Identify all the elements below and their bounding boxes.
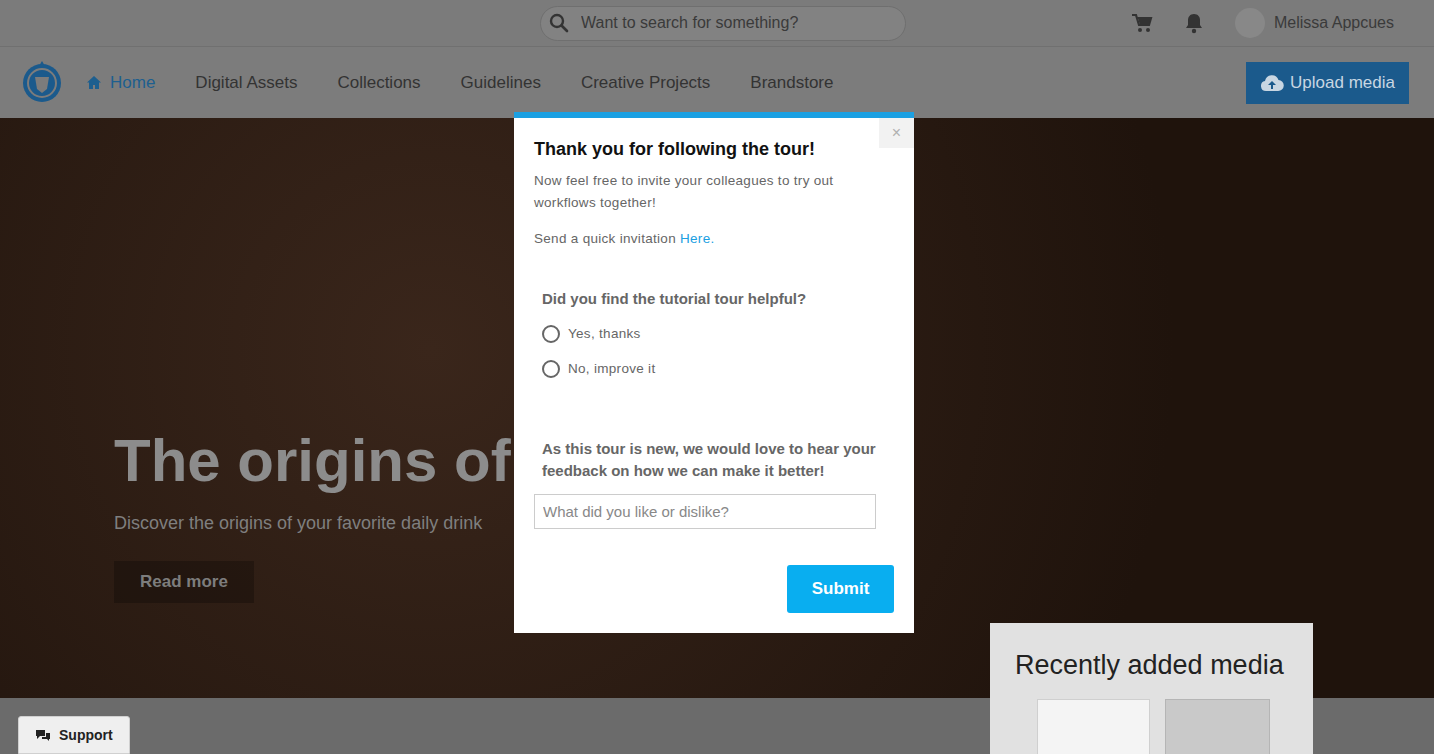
media-thumbnail[interactable]: [1165, 699, 1270, 754]
nav-bar: Home Digital Assets Collections Guidelines C…: [0, 47, 1434, 118]
support-button[interactable]: Support: [18, 716, 130, 754]
question: Did you find the tutorial tour helpful?: [542, 288, 886, 310]
close-button[interactable]: ×: [879, 118, 914, 148]
hero-title: The origins of c: [114, 426, 561, 496]
nav-item[interactable]: Guidelines: [461, 70, 541, 96]
cloud-upload-icon: [1260, 74, 1284, 92]
nav-item[interactable]: Collections: [337, 70, 420, 96]
nav-item[interactable]: Home: [86, 70, 155, 96]
nav-item[interactable]: Creative Projects: [581, 70, 710, 96]
nav-item[interactable]: Brandstore: [750, 70, 833, 96]
home-icon: [86, 75, 102, 90]
invite-text: Send a quick invitation: [534, 231, 676, 246]
radio-option[interactable]: No, improve it: [542, 359, 886, 379]
chat-icon: [35, 728, 51, 742]
recent-media-card: Recently added media: [990, 623, 1313, 754]
hero-subtitle: Discover the origins of your favorite da…: [114, 510, 561, 537]
radio-option[interactable]: Yes, thanks: [542, 324, 886, 344]
bell-icon[interactable]: [1183, 12, 1205, 34]
tour-modal: × Thank you for following the tour! Now …: [514, 112, 914, 633]
radio-button[interactable]: [542, 325, 560, 343]
user-name[interactable]: Melissa Appcues: [1274, 11, 1394, 35]
submit-button[interactable]: Submit: [787, 565, 894, 613]
avatar[interactable]: [1235, 8, 1265, 38]
logo-icon[interactable]: [22, 57, 62, 109]
cart-icon[interactable]: [1131, 13, 1153, 33]
invite-link[interactable]: Here.: [680, 231, 715, 246]
feedback-title: As this tour is new, we would love to he…: [542, 438, 886, 482]
top-bar: Melissa Appcues: [0, 0, 1434, 47]
read-more-button[interactable]: Read more: [114, 561, 254, 603]
search-input[interactable]: [581, 11, 905, 35]
modal-body: Now feel free to invite your colleagues …: [534, 170, 894, 214]
upload-button[interactable]: Upload media: [1246, 62, 1409, 104]
search-icon: [549, 13, 569, 33]
nav-item[interactable]: Digital Assets: [195, 70, 297, 96]
search-box[interactable]: [540, 6, 906, 41]
recent-media-title: Recently added media: [990, 623, 1313, 681]
radio-button[interactable]: [542, 360, 560, 378]
feedback-input[interactable]: [534, 494, 876, 529]
media-thumbnail[interactable]: [1037, 699, 1150, 754]
modal-title: Thank you for following the tour!: [534, 118, 894, 160]
